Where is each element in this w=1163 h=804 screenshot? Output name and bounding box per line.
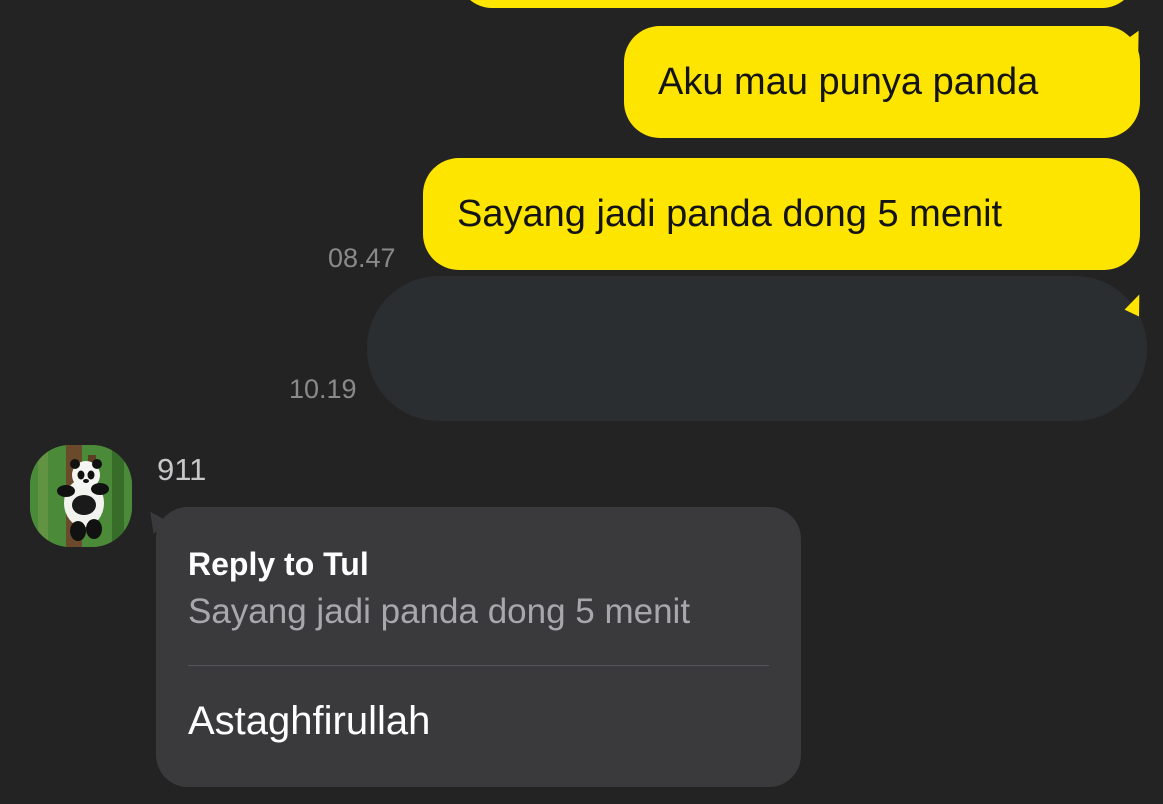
- outgoing-media-bubble[interactable]: [367, 276, 1147, 421]
- message-timestamp: 08.47: [328, 243, 396, 273]
- message-timestamp: 10.19: [289, 374, 357, 404]
- outgoing-message-bubble[interactable]: Aku mau punya panda: [624, 26, 1140, 138]
- panda-avatar-icon[interactable]: [30, 445, 132, 547]
- quoted-message[interactable]: Sayang jadi panda dong 5 menit: [188, 591, 769, 633]
- message-text: Sayang jadi panda dong 5 menit: [457, 193, 1003, 235]
- divider: [188, 665, 769, 666]
- message-text: Astaghfirullah: [188, 699, 431, 743]
- incoming-reply-bubble[interactable]: Reply to Tul Sayang jadi panda dong 5 me…: [156, 507, 801, 787]
- outgoing-message-bubble[interactable]: Sayang jadi panda dong 5 menit: [423, 158, 1140, 270]
- previous-message-bubble[interactable]: [458, 0, 1136, 8]
- sender-name[interactable]: 911: [157, 453, 206, 487]
- message-text: Aku mau punya panda: [658, 61, 1039, 103]
- reply-header: Reply to Tul: [188, 546, 369, 582]
